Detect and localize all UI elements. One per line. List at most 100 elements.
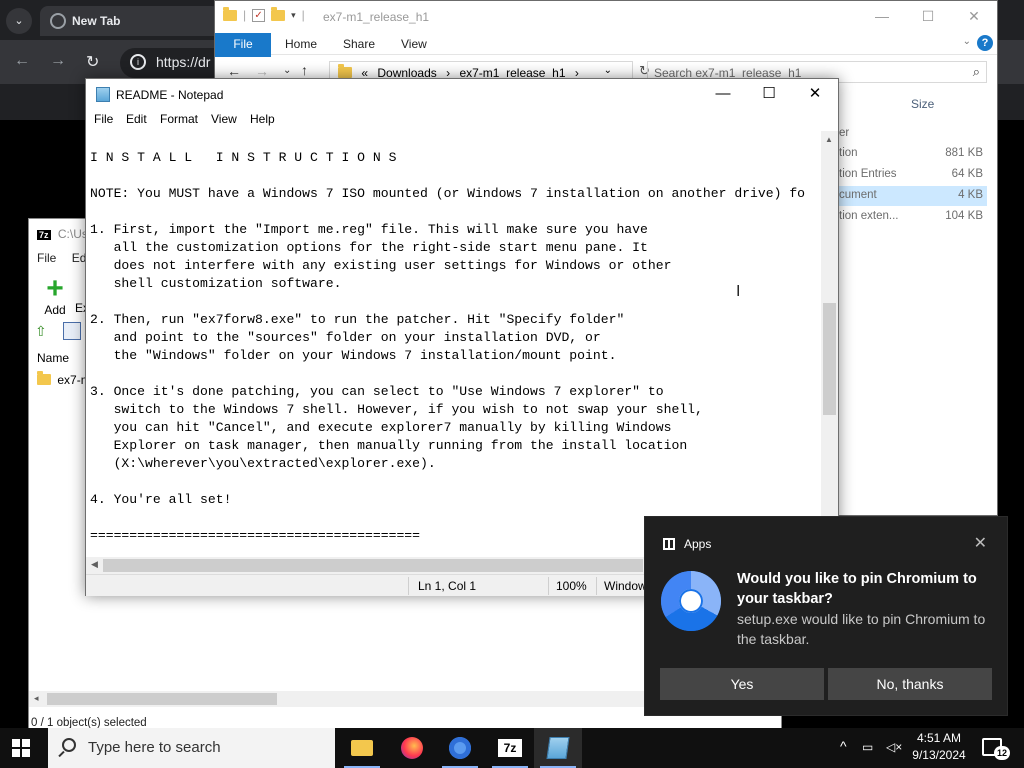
tab-new-tab[interactable]: New Tab: [40, 6, 220, 36]
close-icon[interactable]: ✕: [792, 79, 838, 109]
menu-view[interactable]: View: [211, 112, 237, 126]
scrollbar-thumb[interactable]: [823, 303, 836, 415]
forward-icon[interactable]: →: [255, 63, 269, 79]
size-column-header[interactable]: Size: [911, 97, 934, 111]
close-icon[interactable]: ✕: [974, 533, 987, 553]
windows-logo-icon: [12, 749, 20, 757]
pin-toast-notification: Apps ✕ Would you like to pin Chromium to…: [644, 516, 1008, 716]
notepad-icon: [546, 737, 570, 759]
file-row-selected[interactable]: cument 4 KB: [835, 186, 987, 206]
explorer-ribbon: File Home Share View ⌄ ?: [215, 33, 997, 57]
tab-globe-icon: [50, 13, 66, 29]
file-size: 4 KB: [958, 189, 983, 201]
explorer-titlebar: | ✓ ▾ | ex7-m1_release_h1 — ☐ ✕: [215, 1, 997, 33]
maximize-icon[interactable]: ☐: [905, 1, 951, 31]
toolbar-separator: |: [243, 8, 247, 22]
sevenzip-title-text: C:\Us: [57, 227, 88, 241]
site-info-icon[interactable]: i: [130, 54, 146, 70]
taskbar-7zip[interactable]: 7z: [486, 728, 534, 768]
notification-center-icon[interactable]: 12: [982, 738, 1010, 760]
toast-app-name: Apps: [684, 537, 712, 551]
network-icon[interactable]: ▭: [862, 740, 873, 754]
taskbar-notepad[interactable]: [534, 728, 582, 768]
file-row[interactable]: tion Entries 64 KB: [835, 165, 987, 185]
ribbon-tab-file[interactable]: File: [215, 33, 271, 57]
name-column-header[interactable]: Name: [37, 351, 69, 365]
status-separator: [408, 577, 409, 595]
folder-icon: [338, 64, 352, 78]
add-label: Add: [44, 303, 66, 317]
document-text[interactable]: I N S T A L L I N S T R U C T I O N S NO…: [90, 149, 822, 545]
new-folder-icon[interactable]: [271, 6, 286, 21]
explorer-title: ex7-m1_release_h1: [323, 10, 430, 24]
taskbar-chromium[interactable]: [436, 728, 484, 768]
scrollbar-thumb[interactable]: [103, 559, 643, 572]
ribbon-tab-home[interactable]: Home: [285, 37, 317, 51]
minimize-icon[interactable]: —: [700, 79, 746, 109]
no-thanks-button[interactable]: No, thanks: [828, 668, 992, 700]
scroll-up-icon[interactable]: ▲: [825, 135, 833, 144]
forward-icon[interactable]: →: [50, 52, 66, 70]
ribbon-tab-share[interactable]: Share: [343, 37, 375, 51]
scrollbar-thumb[interactable]: [47, 693, 277, 705]
up-icon[interactable]: ↑: [301, 62, 308, 78]
windows-logo-icon: [22, 749, 30, 757]
tab-title: New Tab: [72, 14, 121, 28]
menu-help[interactable]: Help: [250, 112, 275, 126]
scroll-left-icon[interactable]: ◂: [34, 693, 39, 704]
view-mode-icon[interactable]: [63, 322, 81, 340]
maximize-icon[interactable]: ☐: [746, 79, 792, 109]
customize-qa-icon[interactable]: ▾: [291, 10, 296, 21]
reload-icon[interactable]: ↻: [86, 52, 99, 72]
address-text: https://dr: [156, 54, 211, 70]
ribbon-tab-view[interactable]: View: [401, 37, 427, 51]
taskbar-file-explorer[interactable]: [338, 728, 386, 768]
file-size: 104 KB: [945, 210, 983, 222]
menu-file[interactable]: File: [37, 251, 56, 265]
toolbar-separator: |: [301, 8, 305, 22]
sevenzip-title: 7z C:\Us: [37, 227, 88, 241]
scroll-left-icon[interactable]: ◀: [91, 559, 98, 570]
folder-icon: [223, 6, 237, 21]
yes-button[interactable]: Yes: [660, 668, 824, 700]
clock-time: 4:51 AM: [916, 731, 962, 745]
taskbar-firefox[interactable]: [388, 728, 436, 768]
menu-file[interactable]: File: [94, 112, 113, 126]
volume-muted-icon[interactable]: ◁×: [886, 740, 902, 754]
text-cursor-icon: I: [736, 283, 741, 300]
tab-search-button[interactable]: ⌄: [6, 8, 32, 34]
properties-icon[interactable]: ✓: [252, 8, 266, 22]
back-icon[interactable]: ←: [14, 52, 30, 70]
folder-icon: [37, 371, 51, 385]
menu-edit[interactable]: Edit: [126, 112, 147, 126]
show-hidden-icons-icon[interactable]: ^: [840, 738, 847, 754]
ribbon-expand-icon[interactable]: ⌄: [963, 36, 971, 47]
windows-logo-icon: [12, 739, 20, 747]
file-row[interactable]: tion exten... 104 KB: [835, 207, 987, 227]
add-button[interactable]: + Add: [35, 272, 75, 318]
type-column-header[interactable]: er: [839, 127, 849, 139]
file-explorer-icon: [351, 740, 373, 756]
list-item[interactable]: ex7-m: [37, 371, 91, 387]
text-editor[interactable]: I N S T A L L I N S T R U C T I O N S NO…: [86, 131, 822, 557]
up-folder-icon[interactable]: ⇧: [35, 323, 47, 340]
help-icon[interactable]: ?: [977, 35, 993, 51]
firefox-icon: [401, 737, 423, 759]
address-dropdown-icon[interactable]: ⌄: [604, 65, 612, 76]
start-button[interactable]: [12, 739, 30, 757]
taskbar-search-input[interactable]: Type here to search: [48, 728, 335, 768]
cursor-position: Ln 1, Col 1: [418, 579, 477, 593]
vertical-scrollbar[interactable]: ▲: [821, 131, 838, 557]
apps-icon: [663, 538, 675, 550]
system-clock[interactable]: 4:51 AM 9/13/2024: [906, 730, 972, 764]
minimize-icon[interactable]: —: [859, 1, 905, 31]
sevenzip-logo-icon: 7z: [37, 230, 51, 240]
back-icon[interactable]: ←: [227, 63, 241, 79]
menu-format[interactable]: Format: [160, 112, 198, 126]
plus-icon: +: [46, 272, 64, 305]
chromium-icon: [449, 737, 471, 759]
file-row[interactable]: tion 881 KB: [835, 144, 987, 164]
quick-access-toolbar: | ✓ ▾ |: [223, 6, 305, 22]
recent-dropdown-icon[interactable]: ⌄: [283, 65, 291, 76]
close-icon[interactable]: ✕: [951, 1, 997, 31]
